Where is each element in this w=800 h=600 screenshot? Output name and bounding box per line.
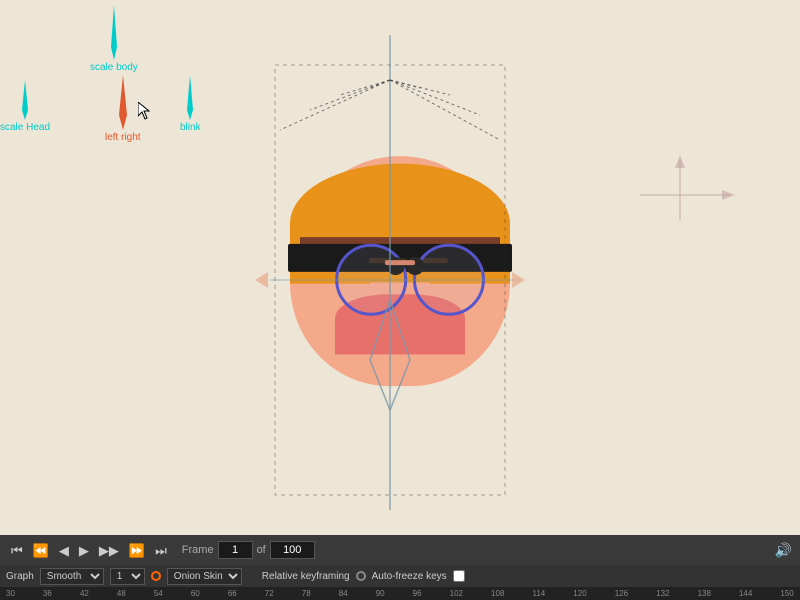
- frame-input[interactable]: [218, 541, 253, 559]
- left-right-label: left right: [105, 132, 141, 143]
- scale-head-control[interactable]: scale Head: [0, 80, 50, 133]
- relative-keyframing-label: Relative keyframing: [262, 571, 350, 582]
- step-forward-button[interactable]: ⏩: [126, 542, 148, 559]
- play-button[interactable]: ▶: [76, 542, 92, 559]
- canvas-area: scale body scale Head left right blink: [0, 0, 800, 535]
- total-frames-input[interactable]: [270, 541, 315, 559]
- prev-frame-button[interactable]: ◀: [56, 542, 72, 559]
- go-start-button[interactable]: ⏮: [8, 542, 26, 559]
- go-end-button[interactable]: ⏭: [152, 542, 170, 559]
- scale-head-label: scale Head: [0, 122, 50, 133]
- onion-skins-dropdown[interactable]: Onion Skins: [167, 568, 242, 585]
- ruler-ticks: 30 36 42 48 54 60 66 72 78 84 90 96 102 …: [4, 589, 796, 598]
- character: [240, 49, 560, 469]
- auto-freeze-label: Auto-freeze keys: [372, 571, 447, 582]
- step-back-button[interactable]: ⏪: [30, 542, 52, 559]
- number-dropdown[interactable]: 1 2 3: [110, 568, 145, 585]
- audio-icon[interactable]: 🔊: [775, 542, 792, 559]
- timeline-bar: ⏮ ⏪ ◀ ▶ ▶▶ ⏩ ⏭ Frame of 🔊 Graph Smooth L…: [0, 535, 800, 600]
- smooth-dropdown[interactable]: Smooth Linear Stepped: [40, 568, 104, 585]
- left-right-control[interactable]: left right: [105, 75, 141, 143]
- blink-label: blink: [180, 122, 201, 133]
- next-frame-button[interactable]: ▶▶: [96, 542, 122, 559]
- blink-control[interactable]: blink: [180, 75, 201, 133]
- onion-record-dot: [151, 571, 161, 581]
- of-label: of: [257, 544, 266, 556]
- relative-keyframing-dot: [356, 571, 366, 581]
- controls-row: Graph Smooth Linear Stepped 1 2 3 Onion …: [0, 565, 800, 587]
- glasses-left: [335, 243, 407, 315]
- nose: [385, 260, 415, 265]
- transport-row: ⏮ ⏪ ◀ ▶ ▶▶ ⏩ ⏭ Frame of 🔊: [0, 535, 800, 565]
- frame-label: Frame: [182, 544, 214, 556]
- scale-body-label: scale body: [90, 62, 138, 73]
- timeline-ruler[interactable]: 30 36 42 48 54 60 66 72 78 84 90 96 102 …: [0, 587, 800, 600]
- scale-body-control[interactable]: scale body: [90, 5, 138, 73]
- auto-freeze-checkbox[interactable]: [453, 570, 465, 582]
- glasses-right: [413, 243, 485, 315]
- graph-label: Graph: [6, 571, 34, 582]
